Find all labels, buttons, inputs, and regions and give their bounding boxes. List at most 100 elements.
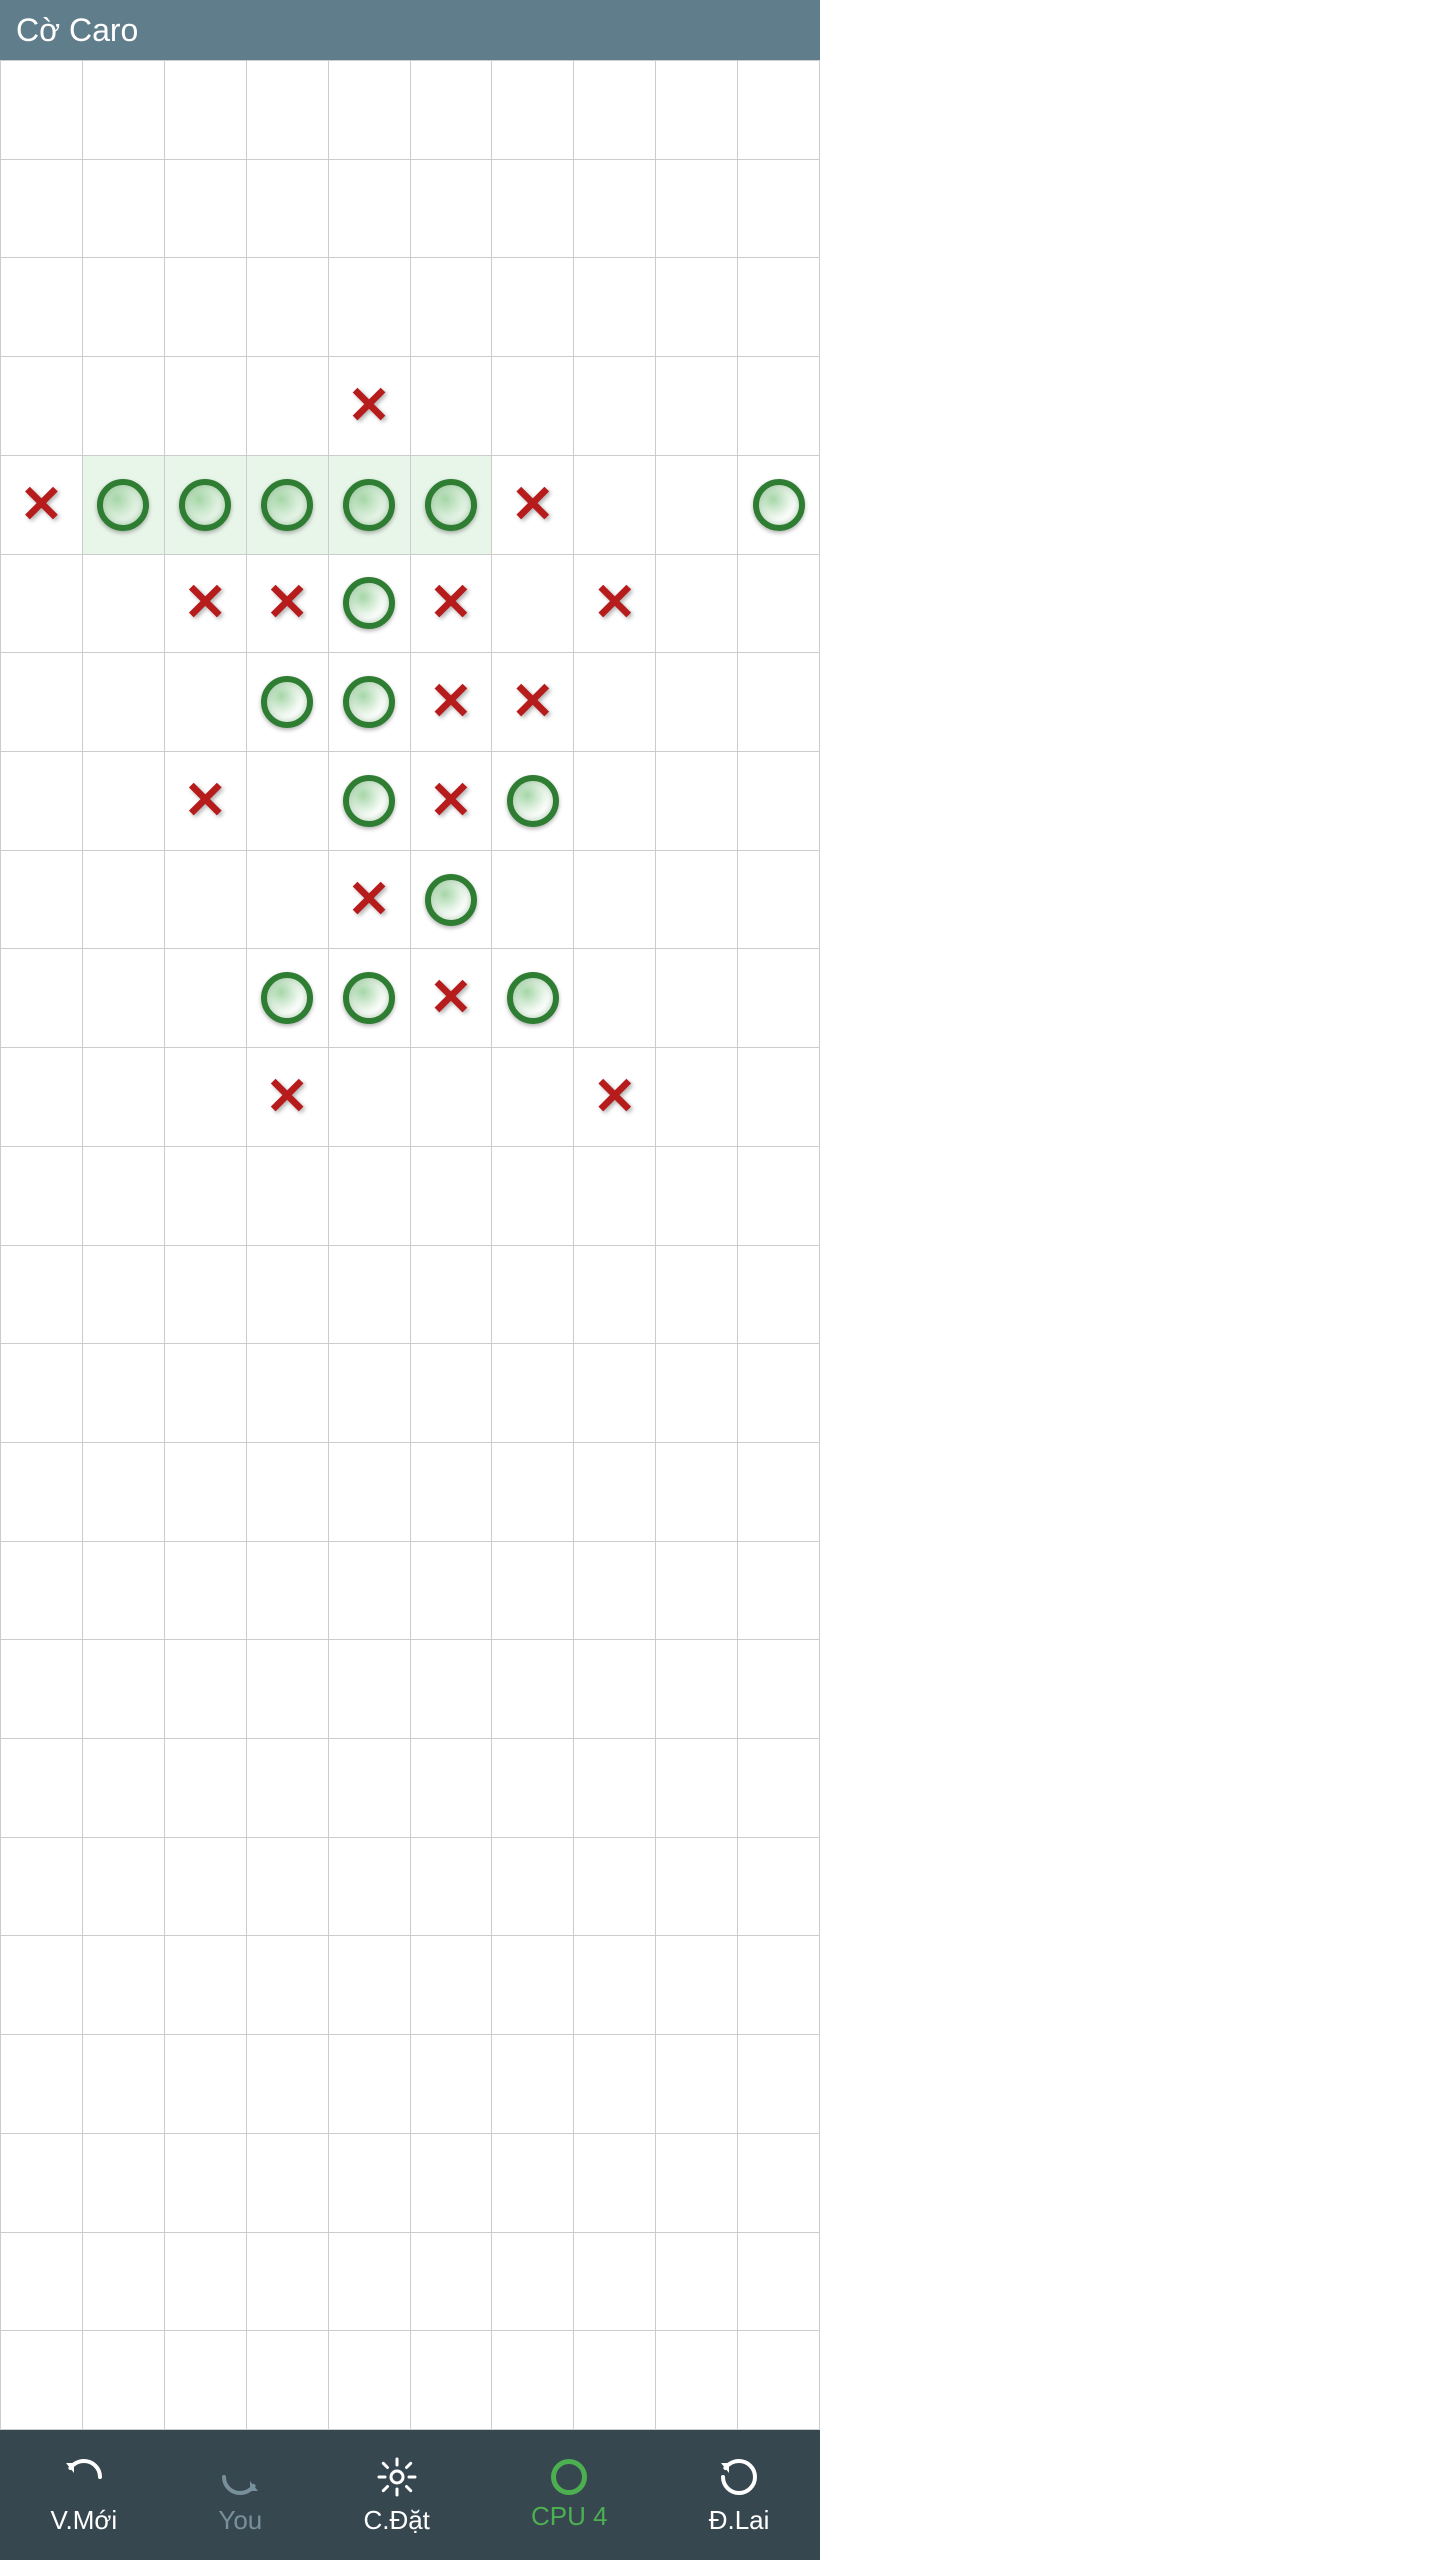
board-cell[interactable]: ✕ [165, 752, 247, 851]
board-cell[interactable] [247, 456, 329, 555]
board-cell[interactable] [329, 752, 411, 851]
board-cell[interactable] [1, 555, 83, 654]
board-cell[interactable] [83, 1443, 165, 1542]
board-cell[interactable] [411, 851, 493, 950]
board-cell[interactable] [247, 653, 329, 752]
board-cell[interactable] [329, 1640, 411, 1739]
game-board-container[interactable]: ✕✕✕✕✕✕✕✕✕✕✕✕✕✕✕ [0, 60, 820, 2430]
board-cell[interactable] [1, 1640, 83, 1739]
board-cell[interactable] [574, 1246, 656, 1345]
board-cell[interactable] [165, 456, 247, 555]
board-cell[interactable] [165, 1147, 247, 1246]
board-cell[interactable] [247, 851, 329, 950]
board-cell[interactable] [1, 2331, 83, 2430]
board-cell[interactable] [574, 2331, 656, 2430]
board-cell[interactable] [83, 1147, 165, 1246]
board-cell[interactable] [83, 949, 165, 1048]
board-cell[interactable] [411, 1344, 493, 1443]
board-cell[interactable] [83, 2134, 165, 2233]
board-cell[interactable] [1, 1246, 83, 1345]
board-cell[interactable] [738, 456, 820, 555]
undo-button[interactable]: Đ.Lai [697, 2447, 782, 2544]
board-cell[interactable] [329, 1443, 411, 1542]
board-cell[interactable]: ✕ [411, 555, 493, 654]
board-cell[interactable] [574, 1640, 656, 1739]
board-cell[interactable] [492, 1542, 574, 1641]
board-cell[interactable] [1, 160, 83, 259]
board-cell[interactable] [411, 1048, 493, 1147]
board-cell[interactable] [247, 1739, 329, 1838]
board-cell[interactable] [574, 1739, 656, 1838]
board-cell[interactable] [1, 2233, 83, 2332]
board-cell[interactable]: ✕ [165, 555, 247, 654]
board-cell[interactable] [574, 1344, 656, 1443]
board-cell[interactable] [411, 2134, 493, 2233]
board-cell[interactable] [574, 2134, 656, 2233]
board-cell[interactable] [83, 1048, 165, 1147]
board-cell[interactable] [247, 1443, 329, 1542]
board-cell[interactable] [329, 61, 411, 160]
board-cell[interactable]: ✕ [411, 653, 493, 752]
board-cell[interactable] [247, 1640, 329, 1739]
board-cell[interactable] [83, 851, 165, 950]
board-cell[interactable] [83, 752, 165, 851]
board-cell[interactable] [247, 2035, 329, 2134]
board-cell[interactable] [411, 61, 493, 160]
board-cell[interactable] [411, 2331, 493, 2430]
board-cell[interactable] [574, 1936, 656, 2035]
board-cell[interactable] [165, 61, 247, 160]
board-cell[interactable] [411, 2035, 493, 2134]
board-cell[interactable] [329, 160, 411, 259]
game-board[interactable]: ✕✕✕✕✕✕✕✕✕✕✕✕✕✕✕ [0, 60, 820, 2430]
board-cell[interactable] [574, 2233, 656, 2332]
board-cell[interactable] [1, 1147, 83, 1246]
board-cell[interactable] [656, 1246, 738, 1345]
board-cell[interactable] [165, 2233, 247, 2332]
board-cell[interactable] [411, 1147, 493, 1246]
board-cell[interactable] [247, 2134, 329, 2233]
board-cell[interactable] [247, 1344, 329, 1443]
board-cell[interactable] [83, 1640, 165, 1739]
board-cell[interactable]: ✕ [492, 456, 574, 555]
board-cell[interactable] [738, 1246, 820, 1345]
board-cell[interactable] [1, 653, 83, 752]
board-cell[interactable] [1, 2035, 83, 2134]
board-cell[interactable] [574, 258, 656, 357]
board-cell[interactable] [492, 1838, 574, 1937]
board-cell[interactable] [329, 1246, 411, 1345]
board-cell[interactable] [738, 160, 820, 259]
board-cell[interactable]: ✕ [574, 555, 656, 654]
board-cell[interactable] [165, 851, 247, 950]
board-cell[interactable] [574, 752, 656, 851]
board-cell[interactable] [329, 1739, 411, 1838]
board-cell[interactable] [738, 2233, 820, 2332]
board-cell[interactable]: ✕ [329, 851, 411, 950]
board-cell[interactable] [492, 2331, 574, 2430]
settings-button[interactable]: C.Đặt [351, 2447, 441, 2544]
board-cell[interactable] [1, 1443, 83, 1542]
board-cell[interactable] [574, 357, 656, 456]
board-cell[interactable] [574, 653, 656, 752]
board-cell[interactable] [492, 2134, 574, 2233]
board-cell[interactable] [165, 1739, 247, 1838]
board-cell[interactable] [1, 752, 83, 851]
board-cell[interactable] [165, 2331, 247, 2430]
board-cell[interactable]: ✕ [247, 1048, 329, 1147]
board-cell[interactable] [165, 949, 247, 1048]
board-cell[interactable] [738, 1443, 820, 1542]
board-cell[interactable] [83, 160, 165, 259]
board-cell[interactable]: ✕ [492, 653, 574, 752]
board-cell[interactable] [165, 1640, 247, 1739]
board-cell[interactable] [1, 949, 83, 1048]
board-cell[interactable] [1, 1048, 83, 1147]
board-cell[interactable] [83, 555, 165, 654]
board-cell[interactable] [165, 2134, 247, 2233]
board-cell[interactable] [492, 160, 574, 259]
board-cell[interactable] [492, 61, 574, 160]
board-cell[interactable] [83, 357, 165, 456]
board-cell[interactable] [247, 949, 329, 1048]
board-cell[interactable] [656, 555, 738, 654]
board-cell[interactable] [329, 949, 411, 1048]
board-cell[interactable]: ✕ [1, 456, 83, 555]
you-button[interactable]: You [206, 2447, 274, 2544]
